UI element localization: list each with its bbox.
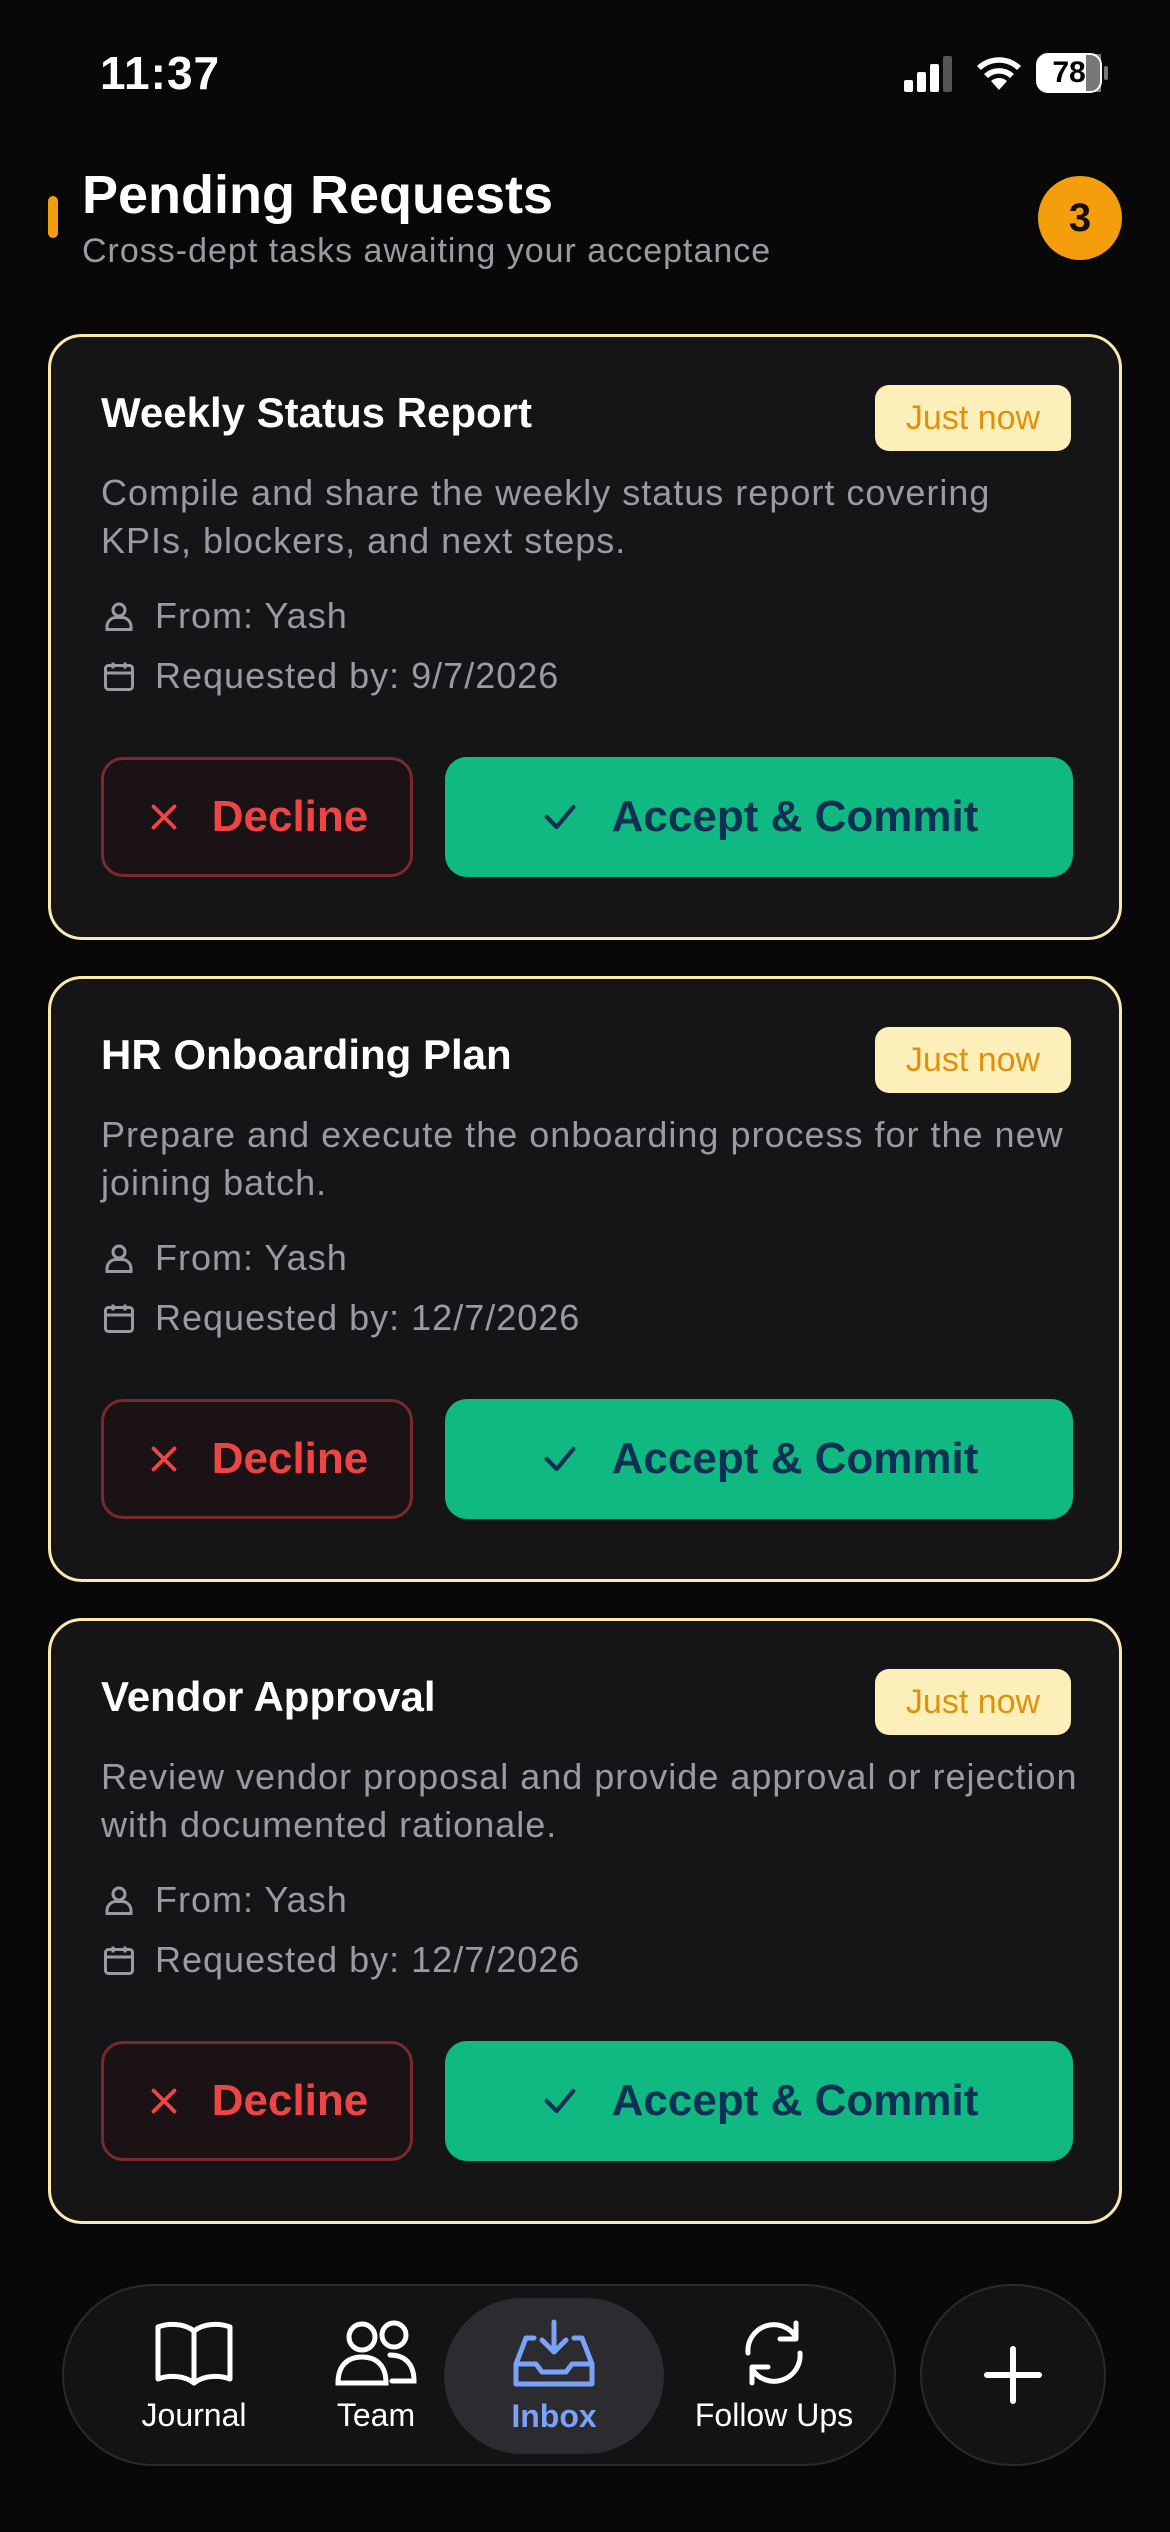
request-date: Requested by: 12/7/2026 — [101, 1939, 580, 1981]
accept-label: Accept & Commit — [611, 792, 979, 841]
decline-button[interactable]: Decline — [101, 1399, 413, 1519]
request-date-text: Requested by: 12/7/2026 — [155, 1297, 581, 1338]
wifi-icon — [977, 57, 1021, 90]
refresh-icon — [745, 2320, 803, 2385]
request-date-text: Requested by: 12/7/2026 — [155, 1939, 581, 1980]
bottom-nav: Journal Team Inbox Follow Ups — [62, 2284, 896, 2466]
request-title: Vendor Approval — [101, 1673, 436, 1720]
battery-level: 78 — [1052, 56, 1086, 89]
calendar-icon — [104, 1304, 134, 1333]
header-accent-bar — [48, 196, 58, 238]
request-card: HR Onboarding Plan Just now Prepare and … — [48, 976, 1122, 1582]
request-card: Weekly Status Report Just now Compile an… — [48, 334, 1122, 940]
calendar-icon — [104, 1946, 134, 1975]
request-description: Review vendor proposal and provide appro… — [101, 1756, 1078, 1845]
nav-item-follow-ups[interactable]: Follow Ups — [664, 2286, 884, 2464]
screen: 11:37 78 Pending Requests Cross-dept tas… — [0, 0, 1170, 2532]
request-description: Prepare and execute the onboarding proce… — [101, 1114, 1064, 1203]
cellular-signal-icon — [904, 56, 952, 92]
users-icon — [335, 2320, 417, 2385]
page-header: Pending Requests Cross-dept tasks awaiti… — [48, 160, 1122, 280]
request-title: Weekly Status Report — [101, 389, 533, 436]
book-open-icon — [155, 2321, 233, 2385]
request-from: From: Yash — [101, 595, 348, 637]
user-icon — [105, 1886, 133, 1915]
add-button[interactable] — [920, 2284, 1106, 2466]
inbox-download-icon — [513, 2319, 595, 2386]
nav-item-journal[interactable]: Journal — [104, 2286, 284, 2464]
nav-label-follow-ups: Follow Ups — [694, 2396, 854, 2433]
check-icon — [544, 804, 576, 830]
close-icon — [151, 804, 177, 830]
close-icon — [151, 2088, 177, 2114]
nav-label-inbox: Inbox — [511, 2397, 597, 2434]
decline-button[interactable]: Decline — [101, 2041, 413, 2161]
time-badge: Just now — [875, 385, 1071, 451]
accept-label: Accept & Commit — [611, 1434, 979, 1483]
nav-label-journal: Journal — [141, 2396, 247, 2433]
time-badge: Just now — [875, 1027, 1071, 1093]
accept-label: Accept & Commit — [611, 2076, 979, 2125]
request-card: Vendor Approval Just now Review vendor p… — [48, 1618, 1122, 2224]
nav-label-team: Team — [336, 2396, 416, 2433]
close-icon — [151, 1446, 177, 1472]
decline-button[interactable]: Decline — [101, 757, 413, 877]
request-description: Compile and share the weekly status repo… — [101, 472, 991, 561]
check-icon — [544, 1446, 576, 1472]
accept-commit-button[interactable]: Accept & Commit — [445, 1399, 1073, 1519]
request-date: Requested by: 9/7/2026 — [101, 655, 559, 697]
battery-icon: 78 — [1036, 53, 1110, 93]
request-title: HR Onboarding Plan — [101, 1031, 512, 1078]
request-from-text: From: Yash — [155, 1879, 348, 1920]
user-icon — [105, 1244, 133, 1273]
request-from: From: Yash — [101, 1879, 348, 1921]
page-subtitle: Cross-dept tasks awaiting your acceptanc… — [82, 232, 772, 270]
decline-label: Decline — [211, 2076, 369, 2125]
nav-item-team[interactable]: Team — [286, 2286, 466, 2464]
accept-commit-button[interactable]: Accept & Commit — [445, 2041, 1073, 2161]
request-from-text: From: Yash — [155, 595, 348, 636]
decline-label: Decline — [211, 1434, 369, 1483]
user-icon — [105, 602, 133, 631]
status-bar: 11:37 78 — [0, 0, 1170, 150]
pending-count-badge: 3 — [1038, 176, 1122, 260]
plus-icon — [984, 2346, 1042, 2404]
page-title: Pending Requests — [82, 165, 554, 225]
request-from: From: Yash — [101, 1237, 348, 1279]
accept-commit-button[interactable]: Accept & Commit — [445, 757, 1073, 877]
request-from-text: From: Yash — [155, 1237, 348, 1278]
time-badge: Just now — [875, 1669, 1071, 1735]
request-date-text: Requested by: 9/7/2026 — [155, 655, 560, 696]
check-icon — [544, 2088, 576, 2114]
nav-item-inbox[interactable]: Inbox — [444, 2298, 664, 2454]
calendar-icon — [104, 662, 134, 691]
decline-label: Decline — [211, 792, 369, 841]
status-time: 11:37 — [100, 47, 221, 99]
request-date: Requested by: 12/7/2026 — [101, 1297, 580, 1339]
